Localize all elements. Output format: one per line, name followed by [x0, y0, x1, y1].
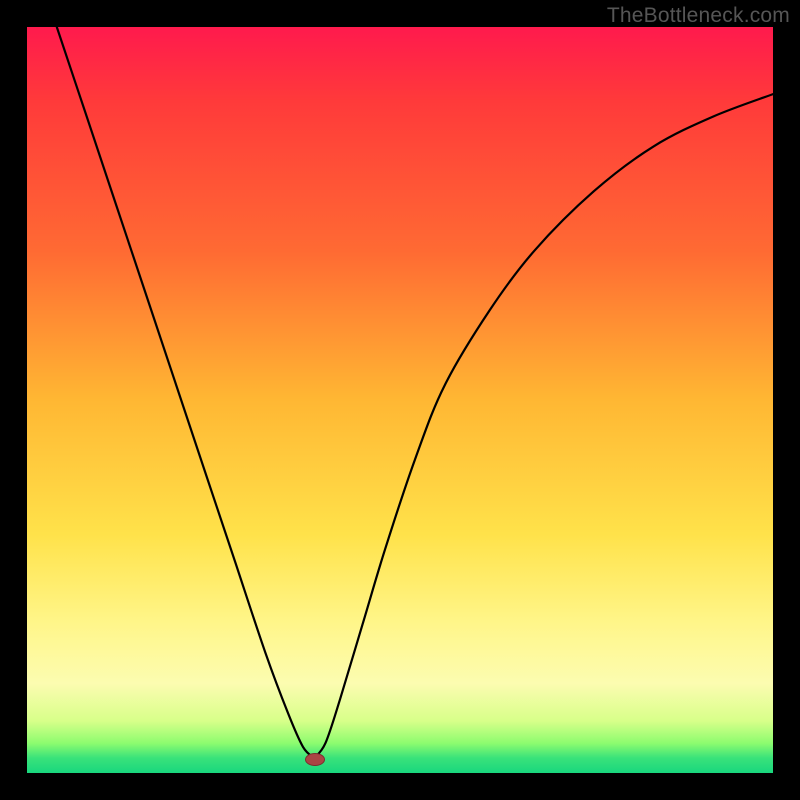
watermark-text: TheBottleneck.com	[607, 4, 790, 28]
optimal-point-marker	[305, 753, 325, 766]
plot-area	[27, 27, 773, 773]
bottleneck-curve	[27, 27, 773, 773]
chart-frame: TheBottleneck.com	[0, 0, 800, 800]
